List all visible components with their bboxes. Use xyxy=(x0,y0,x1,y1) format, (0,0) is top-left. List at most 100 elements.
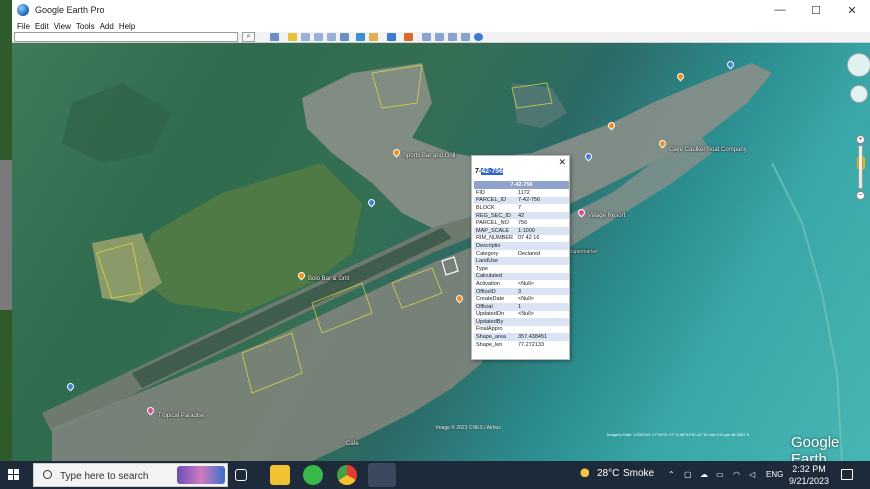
attribute-value: 1 xyxy=(516,302,569,311)
google-earth-logo: Google Earth xyxy=(791,434,840,461)
place-label[interactable]: Caye Caulker Boat Company xyxy=(669,147,747,153)
close-button[interactable]: ✕ xyxy=(834,0,870,20)
place-label[interactable]: Village Resort xyxy=(588,213,625,219)
attribute-key: Activation xyxy=(476,280,500,287)
email-icon[interactable] xyxy=(422,33,431,41)
move-control[interactable] xyxy=(850,85,868,103)
menu-add[interactable]: Add xyxy=(100,22,114,31)
add-placemark-icon[interactable] xyxy=(288,33,297,41)
attribute-value: 1:1000 xyxy=(516,226,569,235)
search-highlight-image xyxy=(177,466,225,484)
view-in-maps-icon[interactable] xyxy=(461,33,470,41)
attribute-value: 756 xyxy=(518,220,528,227)
planets-icon[interactable] xyxy=(387,33,396,41)
place-label[interactable]: Supermarket xyxy=(569,249,598,255)
clock-time: 2:32 PM xyxy=(792,464,826,474)
attribute-key: CreateDate xyxy=(476,296,505,303)
search-input[interactable] xyxy=(14,32,238,42)
battery-icon[interactable]: ▭ xyxy=(716,470,724,479)
attribute-key: Official xyxy=(474,302,516,311)
attribute-value xyxy=(516,272,569,281)
attribute-value xyxy=(516,265,569,273)
close-icon[interactable]: ✕ xyxy=(558,157,566,168)
task-view-icon[interactable] xyxy=(235,469,247,481)
attribute-key: PARCEL_NO xyxy=(476,220,509,227)
menu-edit[interactable]: Edit xyxy=(35,22,49,31)
zoom-in-button[interactable]: + xyxy=(856,135,865,144)
record-tour-icon[interactable] xyxy=(340,33,349,41)
attribute-key: FinalAppro xyxy=(476,326,503,333)
imagery-copyright: Image © 2023 CNES / Airbus xyxy=(436,425,501,431)
attribute-key: PARCEL_ID xyxy=(474,196,516,205)
attribute-key: Calculated xyxy=(474,272,516,281)
menu-tools[interactable]: Tools xyxy=(76,22,95,31)
place-label[interactable]: Tropical Paradise xyxy=(158,413,204,419)
chevron-up-icon[interactable]: ⌃ xyxy=(668,470,675,479)
menu-bar: File Edit View Tools Add Help xyxy=(12,20,870,32)
attribute-key: Shape_len xyxy=(476,341,503,348)
file-explorer-icon[interactable] xyxy=(270,465,290,485)
attribute-key: UpdatedBy xyxy=(474,318,516,326)
app-icon[interactable] xyxy=(303,465,323,485)
attribute-value: 3 xyxy=(516,287,569,296)
ruler-icon[interactable] xyxy=(404,33,413,41)
print-icon[interactable] xyxy=(435,33,444,41)
save-image-icon[interactable] xyxy=(448,33,457,41)
attribute-value: <Null> xyxy=(518,311,534,318)
zoom-slider[interactable] xyxy=(858,145,863,189)
look-control[interactable] xyxy=(847,53,870,77)
google-earth-taskbar-icon[interactable] xyxy=(368,463,396,487)
attribute-table: 7-42-756 FID 1172 PARCEL_ID 7-42-756 BLOCK… xyxy=(474,181,569,348)
notifications-icon[interactable] xyxy=(841,469,853,480)
attribute-value: <Null> xyxy=(518,280,534,287)
taskbar-clock[interactable]: 2:32 PM 9/21/2023 xyxy=(785,463,833,487)
minimize-button[interactable]: — xyxy=(762,0,798,20)
cloud-icon[interactable]: ☁ xyxy=(700,470,708,479)
place-label[interactable]: Cafe xyxy=(346,441,359,447)
background-desktop-strip xyxy=(0,0,12,461)
weather-temp[interactable]: 28°C xyxy=(597,468,619,479)
add-image-overlay-icon[interactable] xyxy=(327,33,336,41)
attribute-key: UpdatedOn xyxy=(476,311,505,318)
start-windows-icon[interactable] xyxy=(8,469,20,481)
historical-imagery-icon[interactable] xyxy=(356,33,365,41)
attribute-value: 357.438451 xyxy=(516,333,569,341)
weather-desc[interactable]: Smoke xyxy=(623,468,654,479)
zoom-out-button[interactable]: − xyxy=(856,191,865,200)
earth-gallery-icon[interactable] xyxy=(474,33,483,41)
volume-icon[interactable]: ◁ xyxy=(749,470,755,479)
attribute-value xyxy=(516,318,569,326)
tray-icon[interactable]: ▢ xyxy=(684,470,692,479)
menu-file[interactable]: File xyxy=(17,22,30,31)
attribute-value: 1172 xyxy=(518,189,530,196)
sidebar-toggle-icon[interactable] xyxy=(270,33,279,41)
attribute-value: 7 xyxy=(518,204,522,211)
weather-icon xyxy=(577,468,590,480)
place-label[interactable]: Sports Bar and Grill xyxy=(403,153,455,159)
map-view[interactable]: Sports Bar and Grill Bolo Bar & Grill Ca… xyxy=(12,43,870,461)
maximize-button[interactable]: ☐ xyxy=(798,0,834,20)
attribute-value xyxy=(516,326,569,334)
title-bar: Google Earth Pro — ☐ ✕ xyxy=(12,0,870,20)
add-path-icon[interactable] xyxy=(314,33,323,41)
attribute-key: RIM_NUMBER xyxy=(476,235,513,242)
place-label[interactable]: Bolo Bar & Grill xyxy=(308,276,349,282)
attribute-key: Category xyxy=(476,250,499,257)
taskbar-search-box[interactable]: Type here to search xyxy=(33,463,228,487)
menu-view[interactable]: View xyxy=(54,22,71,31)
search-button[interactable]: ⌕ xyxy=(242,32,255,42)
add-polygon-icon[interactable] xyxy=(301,33,310,41)
attribute-key: Descriptio xyxy=(474,242,516,250)
wifi-icon[interactable]: ◠ xyxy=(733,470,740,479)
attribute-value: <Null> xyxy=(518,296,534,303)
satellite-imagery xyxy=(42,63,843,461)
language-indicator[interactable]: ENG xyxy=(766,470,783,479)
chrome-icon[interactable] xyxy=(337,465,357,485)
search-icon xyxy=(43,470,52,479)
placemark-balloon: ✕ 7-42-756 7-42-756 FID 1172 PARCEL_ID 7-4… xyxy=(471,155,570,360)
attribute-value: Declared xyxy=(518,250,541,257)
menu-help[interactable]: Help xyxy=(119,22,135,31)
sunlight-icon[interactable] xyxy=(369,33,378,41)
window-title: Google Earth Pro xyxy=(35,5,105,15)
google-earth-icon xyxy=(17,4,29,16)
